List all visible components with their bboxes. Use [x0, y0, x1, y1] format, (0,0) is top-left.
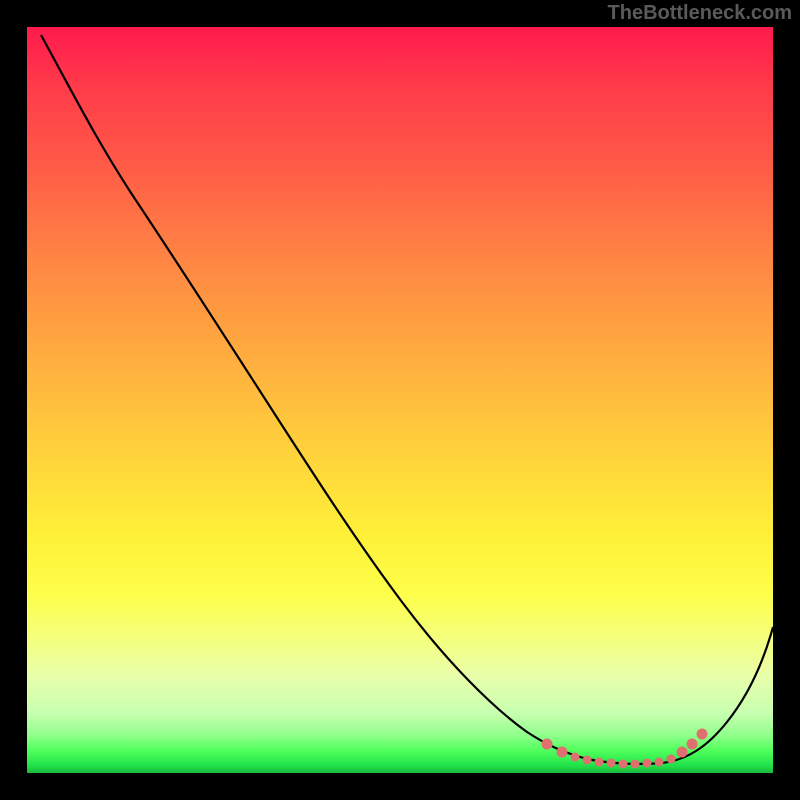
chart-svg — [27, 27, 773, 773]
highlight-dots — [542, 729, 707, 768]
chart-container: TheBottleneck.com — [0, 0, 800, 800]
watermark-text: TheBottleneck.com — [608, 2, 792, 25]
main-curve — [41, 35, 773, 764]
